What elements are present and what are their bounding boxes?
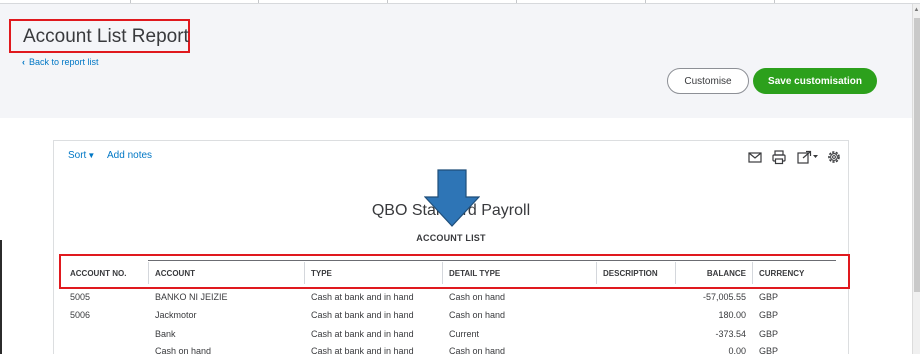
sort-label: Sort xyxy=(68,150,87,161)
back-to-report-list-link[interactable]: ‹ Back to report list xyxy=(22,57,99,67)
save-customisation-button-label: Save customisation xyxy=(768,75,862,87)
column-separator xyxy=(442,262,443,284)
cell-balance: -373.54 xyxy=(715,329,746,339)
column-header-description[interactable]: DESCRIPTION xyxy=(603,269,658,278)
customise-button[interactable]: Customise xyxy=(667,68,749,94)
settings-icon[interactable] xyxy=(826,149,842,165)
cell-detail-type: Cash on hand xyxy=(449,310,506,320)
column-separator xyxy=(304,262,305,284)
page-title: Account List Report xyxy=(23,26,189,47)
vertical-scrollbar[interactable]: ▲ xyxy=(912,4,920,354)
cell-detail-type: Cash on hand xyxy=(449,346,506,356)
cell-account[interactable]: Bank xyxy=(155,329,176,339)
add-notes-link[interactable]: Add notes xyxy=(107,150,152,161)
cell-type: Cash at bank and in hand xyxy=(311,329,414,339)
back-link-label: Back to report list xyxy=(29,57,99,67)
cell-type: Cash at bank and in hand xyxy=(311,346,414,356)
report-subtitle: ACCOUNT LIST xyxy=(416,233,486,243)
cell-account-no: 5006 xyxy=(70,310,91,320)
column-header-account[interactable]: ACCOUNT xyxy=(155,269,195,278)
caret-down-icon: ▼ xyxy=(87,151,96,160)
cell-currency: GBP xyxy=(759,346,779,356)
save-customisation-button[interactable]: Save customisation xyxy=(753,68,877,94)
scroll-up-icon[interactable]: ▲ xyxy=(913,6,920,14)
cell-balance: 0.00 xyxy=(728,346,746,356)
column-separator xyxy=(752,262,753,284)
cell-currency: GBP xyxy=(759,292,779,302)
column-separator xyxy=(596,262,597,284)
export-icon[interactable] xyxy=(796,149,820,165)
arrow-down-icon xyxy=(424,169,480,227)
header-rule xyxy=(148,260,836,261)
sort-dropdown[interactable]: Sort▼ xyxy=(68,150,95,161)
print-icon[interactable] xyxy=(771,149,787,165)
cell-currency: GBP xyxy=(759,310,779,320)
cell-type: Cash at bank and in hand xyxy=(311,292,414,302)
cell-account[interactable]: Cash on hand xyxy=(155,346,211,356)
cell-type: Cash at bank and in hand xyxy=(311,310,414,320)
cell-account-no: 5005 xyxy=(70,292,91,302)
column-header-account-no[interactable]: ACCOUNT NO. xyxy=(70,269,126,278)
cell-detail-type: Cash on hand xyxy=(449,292,506,302)
chevron-left-icon: ‹ xyxy=(22,57,25,67)
email-icon[interactable] xyxy=(747,149,763,165)
column-separator xyxy=(148,262,149,284)
window-edge xyxy=(0,240,2,354)
cell-balance: -57,005.55 xyxy=(702,292,746,302)
column-header-balance[interactable]: BALANCE xyxy=(676,269,746,278)
cell-account[interactable]: Jackmotor xyxy=(155,310,197,320)
cell-balance: 180.00 xyxy=(718,310,746,320)
scrollbar-thumb[interactable] xyxy=(914,18,920,292)
cell-currency: GBP xyxy=(759,329,779,339)
column-header-detail-type[interactable]: DETAIL TYPE xyxy=(449,269,500,278)
column-header-type[interactable]: TYPE xyxy=(311,269,332,278)
cell-detail-type: Current xyxy=(449,329,480,339)
column-header-currency[interactable]: CURRENCY xyxy=(759,269,804,278)
cell-account[interactable]: BANKO NI JEIZIE xyxy=(155,292,228,302)
customise-button-label: Customise xyxy=(684,75,732,87)
